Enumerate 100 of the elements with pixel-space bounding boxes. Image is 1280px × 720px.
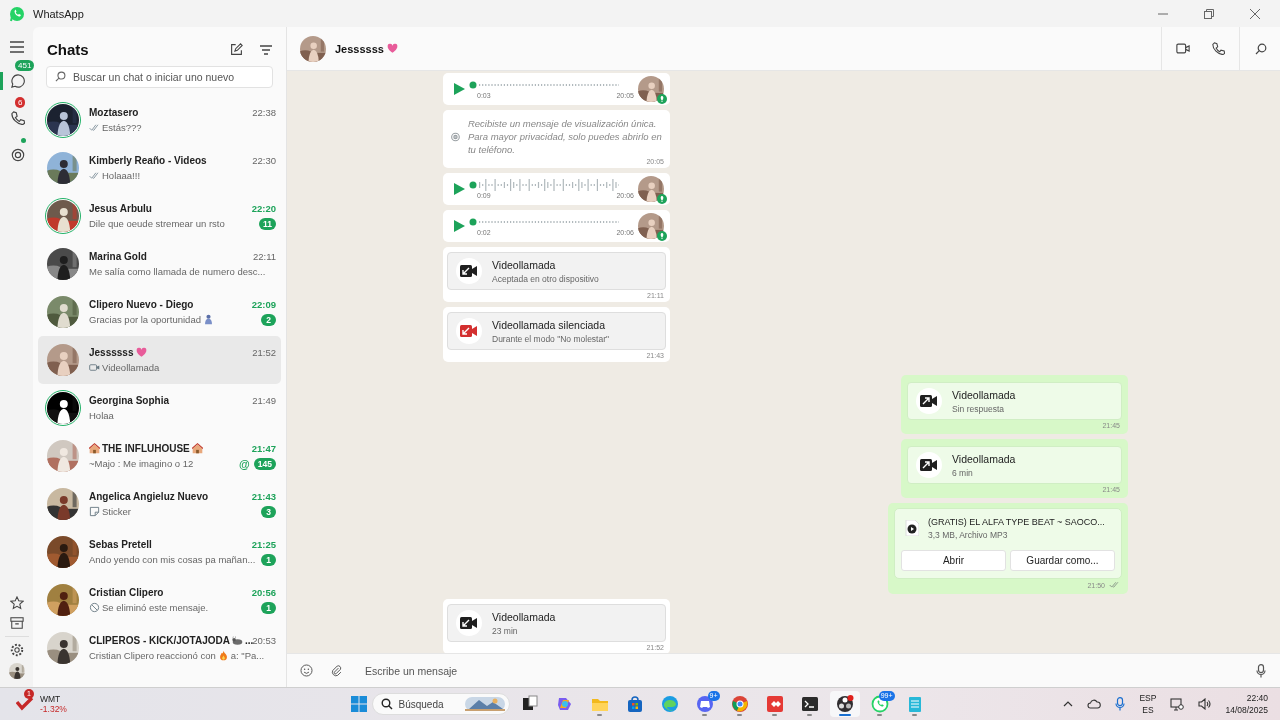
timestamp: 20:56	[251, 586, 276, 598]
sticker-icon	[89, 506, 100, 517]
house-icon	[89, 442, 100, 454]
microphone-icon[interactable]	[1115, 697, 1126, 711]
unread-count: 2	[261, 313, 276, 326]
recorder-icon	[835, 695, 854, 713]
chat-item[interactable]: Marina Gold 22:11 Me salía como llamada de numero desc...	[38, 240, 281, 288]
contact-name: Jessssss	[335, 42, 384, 55]
search-icon[interactable]	[1255, 42, 1267, 55]
new-chat-icon[interactable]	[230, 43, 243, 56]
timestamp: 22:09	[251, 298, 276, 310]
house-icon	[191, 442, 203, 454]
call-title: Videollamada	[492, 610, 556, 623]
double-check-icon	[89, 122, 100, 133]
search-icon	[380, 698, 393, 710]
call-status: Durante el modo "No molestar"	[492, 333, 610, 344]
animal-icon	[231, 635, 243, 646]
timestamp: 22:30	[252, 155, 276, 166]
call-card[interactable]: Videollamada silenciada Durante el modo "No molestar"	[447, 312, 666, 350]
phone-icon[interactable]	[1212, 42, 1225, 55]
contact-name: Jessssss	[89, 347, 134, 358]
attach-icon[interactable]	[330, 664, 342, 677]
file-action-button[interactable]: Guardar como...	[1010, 550, 1115, 571]
chat-item[interactable]: Sebas Pretell 21:25 Ando yendo con mis cosas pa mañan... 1	[38, 528, 281, 576]
video-call-icon	[920, 394, 938, 408]
call-status: Sin respuesta	[952, 403, 1005, 414]
call-card[interactable]: Videollamada Sin respuesta	[907, 382, 1122, 420]
chat-item[interactable]: Cristian Clipero 20:56 Se eliminó este mensaje. 1	[38, 576, 281, 624]
timestamp: 21:25	[251, 538, 276, 550]
contact-name: Georgina Sophia	[89, 395, 169, 406]
taskbar-button[interactable]	[829, 691, 860, 717]
chat-item[interactable]: Jesus Arbulu 22:20 Dile que oeude stremear un rsto 11	[38, 192, 281, 240]
store-icon	[625, 695, 644, 713]
chat-item[interactable]: Jessssss 21:52 Videollamada	[38, 336, 281, 384]
message-preview: Sticker	[102, 506, 132, 517]
call-card[interactable]: Videollamada Aceptada en otro dispositivo	[447, 252, 666, 290]
restore-icon[interactable]	[1204, 8, 1214, 19]
contact-name: Sebas Pretell	[89, 538, 152, 550]
audio-file-icon	[905, 520, 919, 536]
file-action-button[interactable]: Abrir	[901, 550, 1006, 571]
video-call-icon	[460, 264, 478, 278]
chat-item[interactable]: Georgina Sophia 21:49 Holaa	[38, 384, 281, 432]
call-title: Videollamada silenciada	[492, 318, 607, 331]
stock-down-icon[interactable]	[16, 696, 34, 712]
video-call-icon	[460, 324, 478, 338]
chrome-icon	[730, 695, 749, 713]
message-preview: Estás???	[102, 122, 142, 133]
flame-icon	[217, 650, 229, 661]
video-call-icon	[460, 616, 478, 630]
unread-count: 3	[261, 505, 276, 518]
clock[interactable]: 22:40 14/08/2025	[1225, 692, 1268, 716]
video-call-icon	[920, 458, 938, 472]
message-preview: Holaaa!!!	[102, 170, 141, 181]
search-field[interactable]: Buscar un chat o iniciar uno nuevo	[46, 66, 273, 88]
contact-name: ...	[244, 635, 254, 646]
language-indicator[interactable]: ESP ES	[1139, 692, 1157, 716]
chevron-up-icon[interactable]	[1063, 701, 1074, 707]
file-details: 3,3 MB, Archivo MP3	[928, 530, 1009, 540]
call-card[interactable]: Videollamada 23 min	[447, 604, 666, 642]
play-icon[interactable]	[453, 183, 465, 195]
call-title: Videollamada	[952, 452, 1016, 465]
message-preview: a: "Pa...	[230, 650, 265, 661]
filter-icon[interactable]	[260, 44, 272, 55]
contact-name: Jesus Arbulu	[89, 202, 152, 214]
settings-icon[interactable]	[9, 643, 24, 657]
call-status: 23 min	[492, 625, 519, 636]
video-call-icon[interactable]	[1176, 43, 1190, 54]
menu-icon[interactable]	[9, 41, 24, 53]
message-preview: Ando yendo con mis cosas pa mañan...	[89, 554, 256, 565]
contact-name: Angelica Angieluz Nuevo	[89, 490, 209, 502]
microphone-icon[interactable]	[1256, 663, 1266, 678]
start-icon[interactable]	[350, 696, 367, 712]
chat-item[interactable]: CLIPEROS - KICK/JOTAJODA ...20:53 Cristian Clipero reaccionó con a: "Pa...	[38, 624, 281, 672]
message-text: Recibiste un mensaje de visualización única. Para mayor privacidad, solo puedes abrirlo en tu teléfono.	[467, 117, 662, 156]
timestamp: 21:49	[252, 395, 276, 406]
chat-item[interactable]: Angelica Angieluz Nuevo 21:43 Sticker 3	[38, 480, 281, 528]
cloud-icon[interactable]	[1087, 699, 1102, 709]
chat-item[interactable]: Moztasero 22:38 Estás???	[38, 96, 281, 144]
volume-icon[interactable]	[1198, 698, 1212, 710]
copilot-icon	[555, 695, 574, 713]
emoji-icon[interactable]	[300, 664, 313, 677]
chat-item[interactable]: Kimberly Reaño - Videos 22:30 Holaaa!!!	[38, 144, 281, 192]
message-preview: Me salía como llamada de numero desc...	[89, 266, 266, 277]
close-icon[interactable]	[1250, 8, 1260, 19]
chat-item[interactable]: Clipero Nuevo - Diego 22:09 Gracias por la oportunidad 2	[38, 288, 281, 336]
count-badge: 6	[15, 97, 26, 108]
call-status: 6 min	[952, 467, 974, 478]
archive-icon[interactable]	[9, 616, 24, 630]
play-icon[interactable]	[453, 220, 465, 232]
network-icon[interactable]	[1170, 697, 1185, 711]
chat-item[interactable]: THE INFLUHOUSE 21:47 ~Majo : Me imagino o 12 @ 145	[38, 432, 281, 480]
unread-count: 145	[253, 457, 276, 470]
timestamp: 21:52	[252, 347, 276, 358]
message-preview: Dile que oeude stremear un rsto	[89, 218, 225, 229]
terminal-icon	[800, 695, 819, 713]
star-icon[interactable]	[9, 596, 24, 610]
unread-count: 11	[259, 217, 276, 230]
call-status: Aceptada en otro dispositivo	[492, 273, 599, 284]
play-icon[interactable]	[453, 83, 465, 95]
call-card[interactable]: Videollamada 6 min	[907, 446, 1122, 484]
